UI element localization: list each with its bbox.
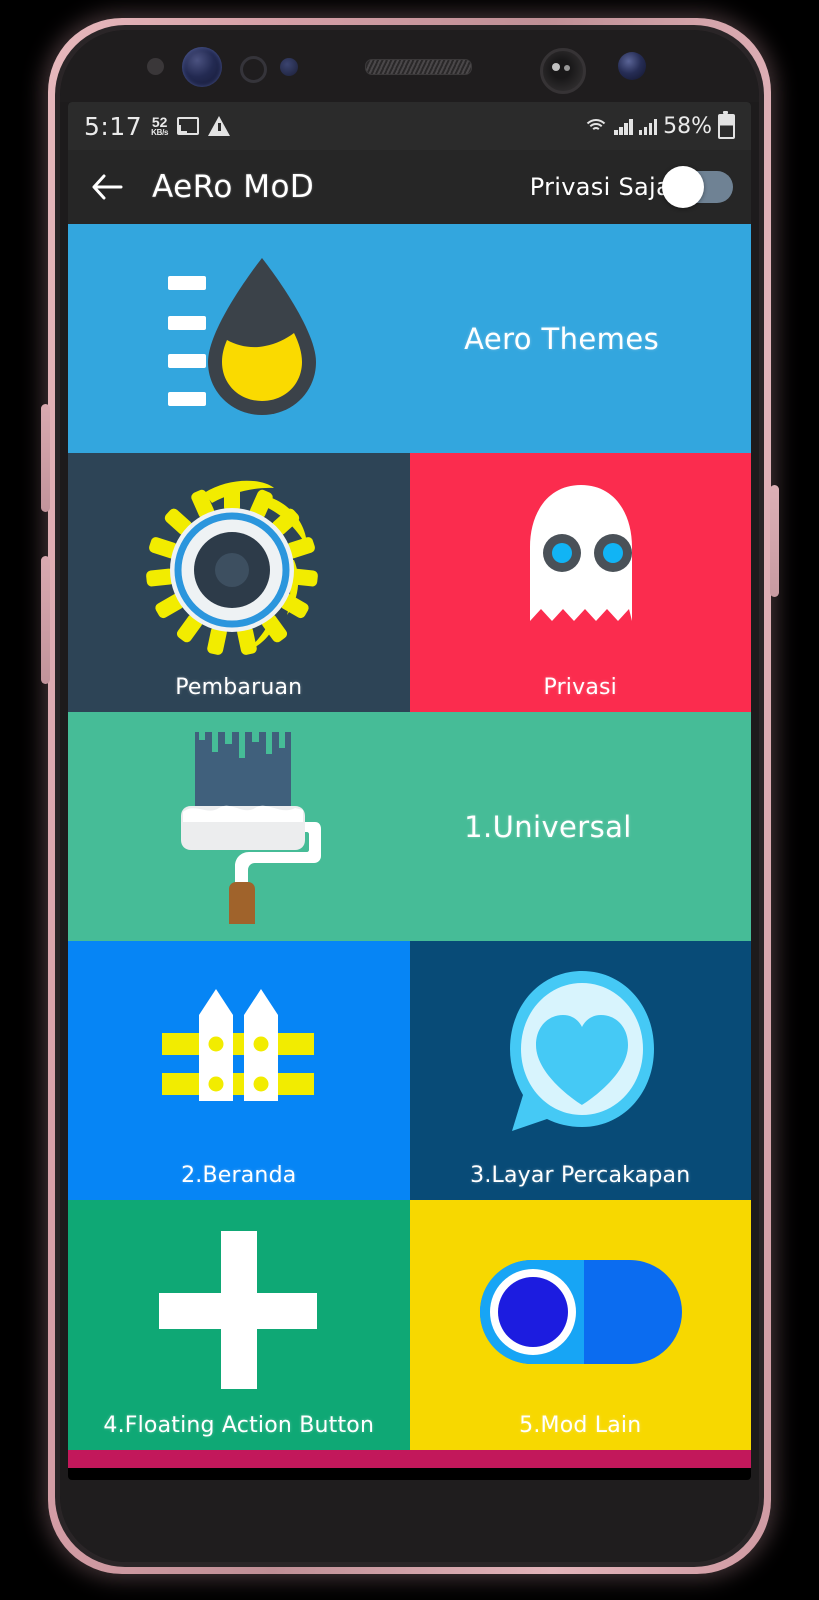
signal-sim2-icon <box>638 118 658 135</box>
screen-cast-icon <box>177 117 200 135</box>
volume-down-button[interactable] <box>41 556 50 684</box>
tile-label: 2.Beranda <box>181 1163 297 1188</box>
tile-row: 2.Beranda 3.Layar Percakapan <box>68 941 751 1200</box>
tile-label: 3.Layar Percakapan <box>470 1163 691 1188</box>
tile-universal[interactable]: 1.Universal <box>68 712 751 941</box>
iris-scanner-icon <box>539 48 586 94</box>
screenshot-root: 5:17 52 KB/s 58% AeRo MoD Privasi Saja A… <box>0 0 819 1600</box>
sun-eye-icon <box>146 480 318 655</box>
data-rate-value: 52 <box>151 114 168 130</box>
back-arrow-icon <box>92 174 123 200</box>
tile-mod-lain[interactable]: 5.Mod Lain <box>409 1200 751 1450</box>
tile-label: 4.Floating Action Button <box>103 1413 375 1438</box>
toggle-thumb <box>662 166 704 208</box>
power-button[interactable] <box>770 485 779 597</box>
page-title: AeRo MoD <box>152 169 315 205</box>
tile-pembaruan[interactable]: Pembaruan <box>68 453 410 712</box>
tile-layar-percakapan[interactable]: 3.Layar Percakapan <box>409 941 751 1200</box>
tile-beranda[interactable]: 2.Beranda <box>68 941 410 1200</box>
phone-screen: 5:17 52 KB/s 58% AeRo MoD Privasi Saja A… <box>68 102 751 1480</box>
tile-label: Aero Themes <box>464 321 660 356</box>
wifi-icon <box>583 117 610 135</box>
status-bar: 5:17 52 KB/s 58% <box>68 102 751 150</box>
paint-roller-icon <box>181 732 321 924</box>
signal-sim1-icon <box>614 118 633 135</box>
proximity-sensor-icon <box>146 58 164 75</box>
tile-privasi[interactable]: Privasi <box>409 453 751 712</box>
tile-row: 1.Universal <box>68 712 751 941</box>
tile-floating-action-button[interactable]: 4.Floating Action Button <box>68 1200 410 1450</box>
tile-row: Pembaruan Privasi <box>68 453 751 712</box>
tile-label: Privasi <box>543 675 617 700</box>
tile-label: 5.Mod Lain <box>519 1413 642 1438</box>
tile-label: Pembaruan <box>175 675 303 700</box>
ghost-icon <box>529 485 632 621</box>
back-button[interactable] <box>86 166 128 208</box>
bottom-accent-strip <box>68 1450 751 1468</box>
phone-bottom-bezel <box>60 1480 759 1562</box>
privacy-toggle-label: Privasi Saja <box>529 173 671 201</box>
volume-up-button[interactable] <box>41 404 50 512</box>
battery-percent: 58% <box>663 113 712 139</box>
data-rate-unit: KB/s <box>151 128 169 137</box>
privacy-only-toggle[interactable] <box>662 166 733 208</box>
tile-aero-themes[interactable]: Aero Themes <box>68 224 751 453</box>
fence-icon <box>162 989 314 1101</box>
tile-row: 4.Floating Action Button 5.Mod Lain <box>68 1200 751 1450</box>
paint-droplet-icon <box>168 258 316 415</box>
chat-heart-icon <box>509 971 654 1131</box>
tile-row: Aero Themes <box>68 224 751 453</box>
phone-top-bezel <box>60 30 759 102</box>
earpiece-speaker-icon <box>364 59 472 75</box>
phone-body: 5:17 52 KB/s 58% AeRo MoD Privasi Saja A… <box>60 30 759 1562</box>
toggle-switch-icon <box>479 1260 682 1364</box>
data-rate-indicator: 52 KB/s <box>151 115 168 137</box>
tile-grid: Aero Themes Pembaruan Privasi 1.Universa… <box>68 224 751 1450</box>
warning-triangle-icon <box>208 116 231 136</box>
status-time: 5:17 <box>84 111 143 141</box>
app-bar: AeRo MoD Privasi Saja <box>68 150 751 224</box>
sensor-ring-icon <box>239 56 267 83</box>
secondary-camera-icon <box>617 52 646 80</box>
front-camera-icon <box>181 47 222 87</box>
battery-icon <box>718 110 735 139</box>
tile-label: 1.Universal <box>464 809 632 844</box>
light-sensor-icon <box>279 58 298 76</box>
plus-icon <box>159 1231 317 1389</box>
